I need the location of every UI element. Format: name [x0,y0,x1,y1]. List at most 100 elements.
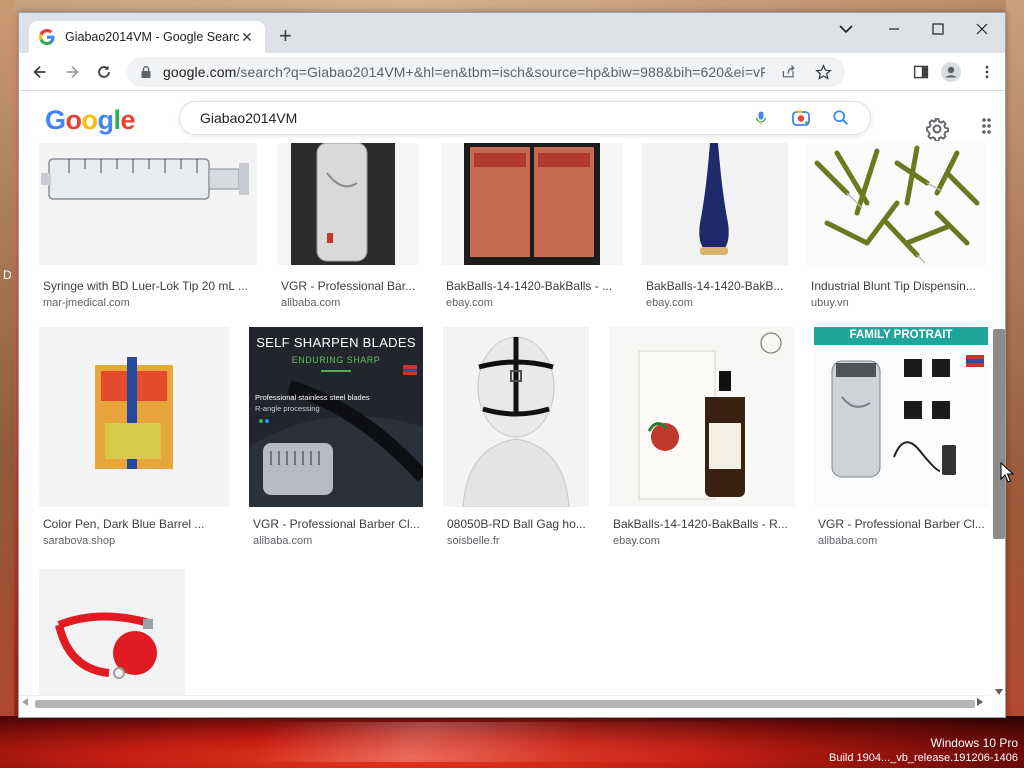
result-title[interactable]: VGR - Professional Barber Cl... [253,517,423,531]
os-build: Build 1904..._vb_release.191206-1406 [829,752,1018,764]
address-bar[interactable]: google.com/search?q=Giabao2014VM+&hl=en&… [127,57,845,87]
result-source[interactable]: sarabova.shop [43,535,115,547]
voice-search-mic-icon[interactable] [750,107,772,129]
back-icon[interactable] [29,61,51,83]
result-thumbnail[interactable] [807,143,987,265]
scroll-left-arrow-icon[interactable] [22,698,28,706]
result-thumbnail[interactable] [39,143,257,265]
scroll-right-arrow-icon[interactable] [977,698,983,706]
google-header: Google [19,91,1005,143]
packets-image [464,143,600,265]
result-source[interactable]: alibaba.com [253,535,312,547]
browser-window: Giabao2014VM - Google Search ✕ + google.… [18,12,1006,718]
logo-letter: g [97,105,115,135]
vertical-scrollbar[interactable] [991,143,1005,697]
desktop-wallpaper-right [1006,0,1024,768]
result-thumbnail[interactable] [609,327,795,507]
profile-avatar-icon[interactable] [941,62,961,82]
close-window-icon[interactable] [967,17,997,41]
result-title[interactable]: BakBalls-14-1420-BakB... [646,279,788,293]
result-title[interactable]: VGR - Professional Barber Cl... [818,517,988,531]
red-ball-gag-image [55,612,157,679]
result-thumbnail[interactable] [443,327,589,507]
result-thumbnail[interactable] [277,143,419,265]
syringe-image [41,158,249,200]
ad-banner-title: SELF SHARPEN BLADES [256,335,416,350]
result-source[interactable]: ubuy.vn [811,297,849,309]
color-pen-image [95,357,173,469]
settings-gear-icon[interactable] [925,117,949,141]
google-lens-icon[interactable] [790,107,812,129]
result-thumbnail[interactable] [442,143,622,265]
url-text[interactable]: google.com/search?q=Giabao2014VM+&hl=en&… [163,64,765,80]
ad-caption-line2: R-angle processing [255,404,320,413]
wallpaper-highlight [248,722,792,762]
search-icon[interactable] [830,107,852,129]
result-source[interactable]: alibaba.com [818,535,877,547]
bookmark-star-icon[interactable] [813,62,833,82]
logo-letter: o [65,105,83,135]
result-title[interactable]: BakBalls-14-1420-BakBalls - ... [446,279,616,293]
url-path: /search?q=Giabao2014VM+&hl=en&tbm=isch&s… [236,64,765,80]
google-logo[interactable]: Google [45,105,136,136]
result-source[interactable]: soisbelle.fr [447,535,500,547]
clipper-image [291,143,395,265]
result-thumbnail[interactable] [39,327,229,507]
blades-ad-image [249,327,423,507]
google-search-box[interactable] [179,101,871,135]
dispensing-tips-image [814,145,980,264]
result-thumbnail[interactable]: SELF SHARPEN BLADES ENDURING SHARP Profe… [249,327,423,507]
logo-letter: e [120,105,136,135]
new-tab-button[interactable]: + [279,25,292,47]
image-results-grid: Syringe with BD Luer-Lok Tip 20 mL ... m… [19,143,989,697]
os-name: Windows 10 Pro [930,736,1018,750]
forward-icon[interactable] [61,61,83,83]
vertical-scroll-thumb[interactable] [993,329,1005,539]
result-source[interactable]: mar-jmedical.com [43,297,130,309]
side-panel-icon[interactable] [911,62,931,82]
headgear-image [462,336,570,507]
result-title[interactable]: Industrial Blunt Tip Dispensin... [811,279,985,293]
tab-search-chevron-icon[interactable] [831,19,861,39]
horizontal-scrollbar[interactable] [19,695,991,711]
minimize-icon[interactable] [879,17,909,41]
desktop-edge-label: D [3,268,12,282]
google-favicon-icon [39,29,55,45]
lock-icon[interactable] [139,65,153,79]
chrome-menu-icon[interactable] [977,62,997,82]
ad-banner-subtitle: ENDURING SHARP [291,355,381,365]
blue-device-image [699,143,729,255]
browser-toolbar: google.com/search?q=Giabao2014VM+&hl=en&… [19,53,1005,91]
result-source[interactable]: ebay.com [646,297,693,309]
result-title[interactable]: 08050B-RD Ball Gag ho... [447,517,589,531]
scroll-down-arrow-icon[interactable] [995,689,1003,695]
result-title[interactable]: Syringe with BD Luer-Lok Tip 20 mL ... [43,279,257,293]
reload-icon[interactable] [93,61,115,83]
google-apps-grid-icon[interactable] [977,117,991,135]
active-tab[interactable]: Giabao2014VM - Google Search ✕ [29,21,265,53]
result-source[interactable]: ebay.com [613,535,660,547]
share-icon[interactable] [779,62,799,82]
windows-watermark: Windows 10 Pro Build 1904..._vb_release.… [829,736,1018,766]
result-thumbnail[interactable] [39,569,185,697]
tab-close-icon[interactable]: ✕ [239,29,255,46]
result-source[interactable]: ebay.com [446,297,493,309]
tab-title: Giabao2014VM - Google Search [65,30,239,44]
title-bar: Giabao2014VM - Google Search ✕ + [19,13,1005,53]
ad-caption-line1: Professional stainless steel blades [255,393,370,402]
result-title[interactable]: BakBalls-14-1420-BakBalls - R... [613,517,793,531]
logo-letter: l [113,105,122,135]
maximize-icon[interactable] [923,17,953,41]
desktop-wallpaper-left [0,0,14,768]
result-title[interactable]: VGR - Professional Bar... [281,279,421,293]
horizontal-scroll-thumb[interactable] [35,700,975,708]
serum-product-image [638,332,782,500]
result-source[interactable]: alibaba.com [281,297,340,309]
result-thumbnail[interactable]: FAMILY PROTRAIT [814,327,988,507]
logo-letter: G [45,105,66,135]
result-thumbnail[interactable] [642,143,788,265]
result-title[interactable]: Color Pen, Dark Blue Barrel ... [43,517,229,531]
search-input[interactable] [200,110,732,126]
logo-letter: o [81,105,99,135]
clipper-kit-image [831,355,984,478]
